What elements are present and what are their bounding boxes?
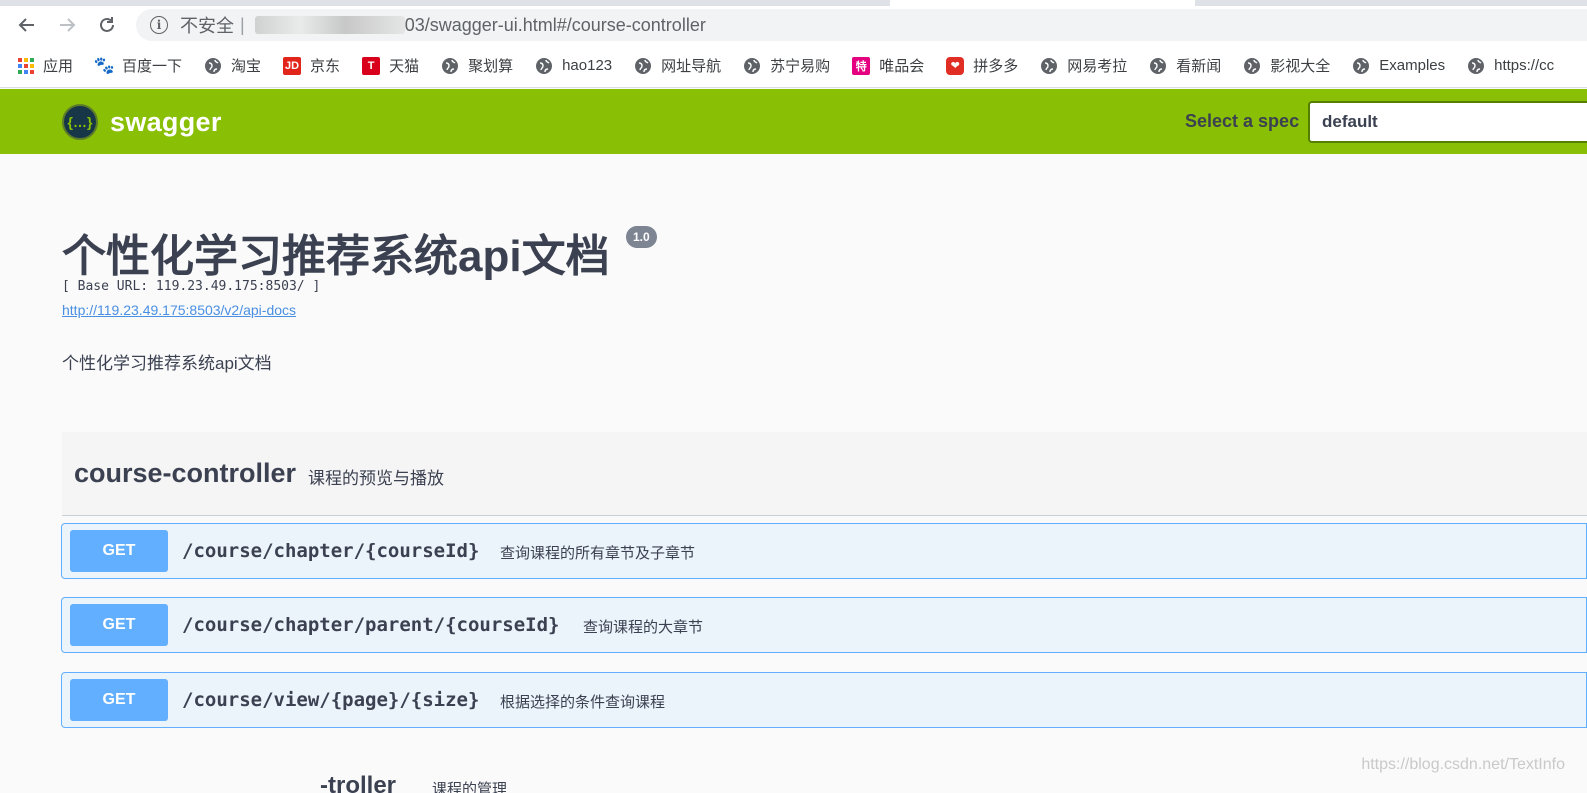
info-icon[interactable]: i xyxy=(150,16,168,34)
back-button[interactable] xyxy=(12,10,42,40)
bookmark-news[interactable]: 看新闻 xyxy=(1149,55,1221,76)
bookmark-examples[interactable]: Examples xyxy=(1352,57,1445,75)
method-badge: GET xyxy=(70,679,168,721)
operation-path: /course/chapter/parent/{courseId} xyxy=(182,614,560,636)
address-bar[interactable]: i 不安全 | 03/swagger-ui.html#/course-contr… xyxy=(136,9,1587,41)
bookmark-label: 看新闻 xyxy=(1176,58,1222,75)
tab-area-right xyxy=(1195,0,1587,6)
apps-grid-icon xyxy=(18,57,34,74)
spec-select-value: default xyxy=(1322,112,1378,131)
api-docs-link[interactable]: http://119.23.49.175:8503/v2/api-docs xyxy=(62,302,296,318)
globe-icon xyxy=(1243,57,1261,75)
bookmark-vip[interactable]: 特 唯品会 xyxy=(852,55,924,76)
globe-icon xyxy=(743,57,761,75)
operation-summary: 根据选择的条件查询课程 xyxy=(500,694,666,711)
arrow-right-icon xyxy=(60,18,76,32)
redacted-url-host xyxy=(254,16,405,34)
method-badge: GET xyxy=(70,530,168,572)
tmall-icon: T xyxy=(362,56,381,75)
baidu-paw-icon: 🐾 xyxy=(93,55,115,75)
bookmark-label: 聚划算 xyxy=(468,58,514,75)
tag-name: course-controller xyxy=(74,458,297,488)
tab-area-left xyxy=(0,0,890,6)
api-title: 个性化学习推荐系统api文档 xyxy=(62,232,610,281)
watermark: https://blog.csdn.net/TextInfo xyxy=(1361,756,1565,773)
arrow-left-icon xyxy=(18,18,34,32)
swagger-logo-text: swagger xyxy=(110,106,222,137)
globe-icon xyxy=(634,57,652,75)
bookmark-label: Examples xyxy=(1379,57,1446,74)
url-text: 03/swagger-ui.html#/course-controller xyxy=(404,14,706,35)
operation-get-course-chapter-parent[interactable]: GET /course/chapter/parent/{courseId} 查询… xyxy=(61,597,1587,653)
bookmark-label: 天猫 xyxy=(389,58,420,75)
globe-icon xyxy=(1149,57,1167,75)
api-description: 个性化学习推荐系统api文档 xyxy=(62,354,272,373)
bookmark-label: 百度一下 xyxy=(122,58,183,75)
bookmark-label: 影视大全 xyxy=(1270,58,1331,75)
bookmark-jd[interactable]: JD 京东 xyxy=(283,55,340,76)
te-icon: 特 xyxy=(852,56,871,75)
reload-button[interactable] xyxy=(92,10,122,40)
bookmark-label: 拼多多 xyxy=(973,58,1019,75)
bookmark-movies[interactable]: 影视大全 xyxy=(1243,55,1330,76)
bookmark-label: 淘宝 xyxy=(231,58,262,75)
globe-icon xyxy=(204,57,222,75)
bookmark-label: https://cc xyxy=(1494,57,1555,74)
bookmark-juhuasuan[interactable]: 聚划算 xyxy=(441,55,513,76)
globe-icon xyxy=(441,57,459,75)
globe-icon xyxy=(535,57,553,75)
bookmark-taobao[interactable]: 淘宝 xyxy=(204,55,261,76)
version-badge: 1.0 xyxy=(626,226,657,248)
bookmark-label: 应用 xyxy=(43,58,74,75)
bookmark-wangzhi[interactable]: 网址导航 xyxy=(634,55,721,76)
swagger-logo[interactable]: {…} swagger xyxy=(62,104,222,140)
browser-tab-strip xyxy=(0,0,1587,6)
bookmark-pinduoduo[interactable]: ❤ 拼多多 xyxy=(946,55,1018,76)
swagger-logo-icon: {…} xyxy=(62,104,98,140)
bookmark-kaola[interactable]: 网易考拉 xyxy=(1040,55,1127,76)
operation-get-course-chapter[interactable]: GET /course/chapter/{courseId} 查询课程的所有章节… xyxy=(61,523,1587,579)
next-tag-name-partial[interactable]: -troller xyxy=(320,772,396,793)
pinduoduo-icon: ❤ xyxy=(946,56,965,75)
bookmark-hao123[interactable]: hao123 xyxy=(535,57,612,75)
globe-icon xyxy=(1040,57,1058,75)
forward-button[interactable] xyxy=(52,10,82,40)
tag-header-course-controller[interactable]: course-controller 课程的预览与播放 xyxy=(62,432,1587,516)
security-label: 不安全 xyxy=(180,16,234,36)
globe-icon xyxy=(1352,57,1370,75)
reload-icon xyxy=(100,17,114,32)
bookmarks-bar: 应用 🐾 百度一下 淘宝 JD 京东 T 天猫 聚划算 hao123 网址导航 … xyxy=(0,44,1587,88)
browser-toolbar: i 不安全 | 03/swagger-ui.html#/course-contr… xyxy=(0,6,1587,44)
bookmark-label: 苏宁易购 xyxy=(770,58,831,75)
base-url: [ Base URL: 119.23.49.175:8503/ ] xyxy=(62,279,321,294)
operation-summary: 查询课程的所有章节及子章节 xyxy=(500,545,696,562)
url-separator: | xyxy=(240,14,245,35)
bookmark-label: 网址导航 xyxy=(661,58,722,75)
active-tab[interactable] xyxy=(890,0,1195,6)
bookmark-label: hao123 xyxy=(562,57,613,74)
bookmark-label: 网易考拉 xyxy=(1067,58,1128,75)
bookmark-baidu[interactable]: 🐾 百度一下 xyxy=(93,55,183,76)
tag-description: 课程的预览与播放 xyxy=(308,469,444,488)
bookmark-suning[interactable]: 苏宁易购 xyxy=(743,55,830,76)
bookmark-https[interactable]: https://cc xyxy=(1467,57,1554,75)
bookmark-label: 唯品会 xyxy=(879,58,925,75)
operation-path: /course/view/{page}/{size} xyxy=(182,689,480,711)
bookmark-label: 京东 xyxy=(310,58,341,75)
next-tag-description-partial: 课程的管理 xyxy=(432,781,508,793)
bookmark-apps[interactable]: 应用 xyxy=(18,55,73,76)
jd-icon: JD xyxy=(283,56,302,75)
operation-get-course-view[interactable]: GET /course/view/{page}/{size} 根据选择的条件查询… xyxy=(61,672,1587,728)
spec-select[interactable]: default xyxy=(1308,101,1587,143)
bookmark-tmall[interactable]: T 天猫 xyxy=(362,55,419,76)
operation-path: /course/chapter/{courseId} xyxy=(182,540,480,562)
select-spec-label: Select a spec xyxy=(1185,111,1300,131)
globe-icon xyxy=(1467,57,1485,75)
method-badge: GET xyxy=(70,604,168,646)
operation-summary: 查询课程的大章节 xyxy=(583,619,704,636)
